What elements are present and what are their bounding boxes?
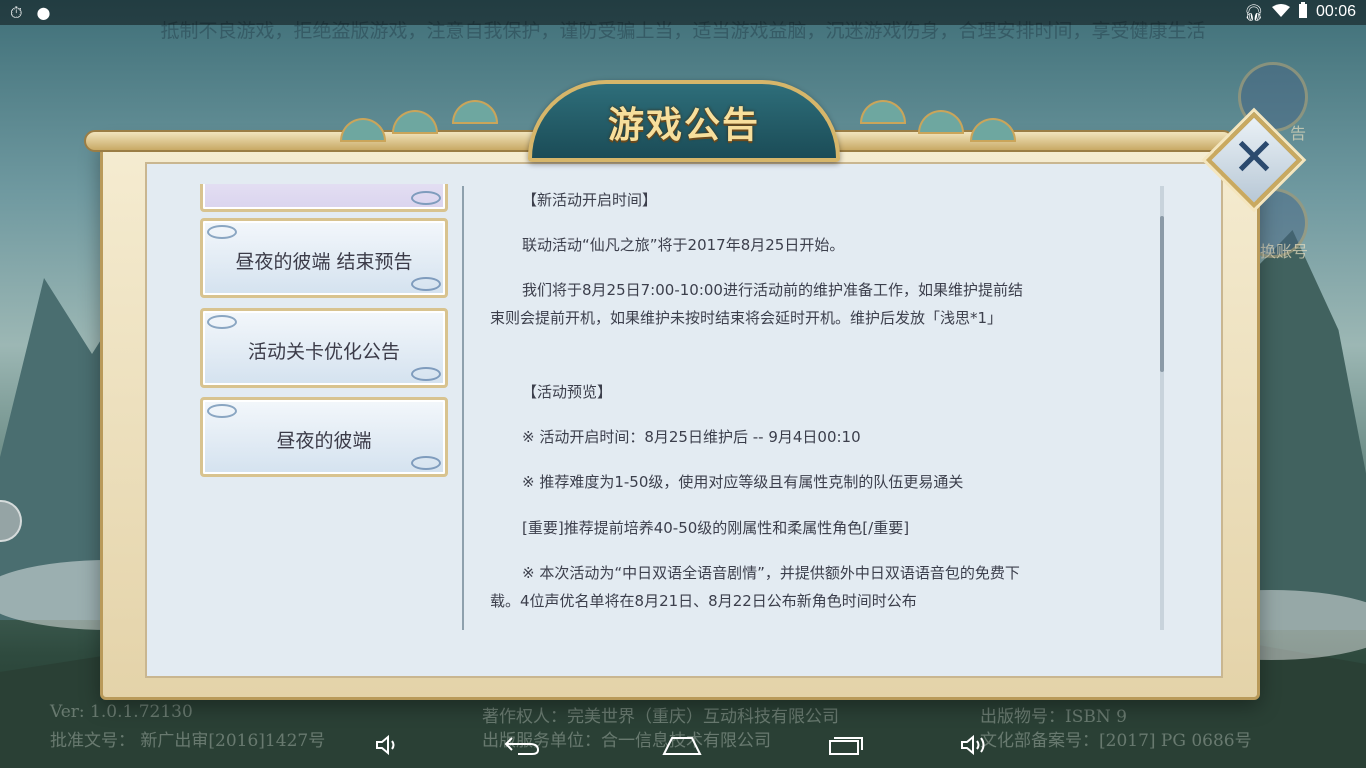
content-heading: 【新活动开启时间】: [522, 191, 658, 209]
chat-icon: ●: [36, 3, 51, 22]
cloud-swirl-icon: [207, 404, 237, 418]
content-paragraph: ※ 活动开启时间：8月25日维护后 -- 9月4日00:10: [522, 428, 861, 446]
content-heading: 【活动预览】: [522, 383, 613, 401]
content-paragraph: [重要]推荐提前培养40-50级的刚属性和柔属性角色[/重要]: [522, 519, 910, 537]
recent-apps-icon[interactable]: [816, 728, 876, 768]
content-paragraph: 我们将于8月25日7:00-10:00进行活动前的维护准备工作，如果维护提前结束…: [490, 281, 1023, 327]
panel-divider: [462, 186, 464, 630]
version-text: Ver: 1.0.1.72130: [50, 702, 193, 722]
announcement-tab-partial[interactable]: [200, 184, 448, 212]
close-button[interactable]: ✕: [1205, 111, 1303, 209]
content-paragraph: 联动活动“仙凡之旅”将于2017年8月25日开始。: [522, 236, 845, 254]
close-icon: ✕: [1232, 128, 1276, 188]
volume-up-icon[interactable]: [944, 728, 1004, 768]
stopwatch-icon: ⏱: [10, 3, 23, 22]
announcement-tab-label: 昼夜的彼端: [276, 430, 372, 452]
announcement-tab-stage-optimization[interactable]: 活动关卡优化公告: [200, 308, 448, 388]
switch-account-label: 换账号: [1259, 242, 1308, 261]
home-icon[interactable]: [652, 728, 712, 768]
back-icon[interactable]: [492, 728, 552, 768]
cloud-swirl-icon: [411, 367, 441, 381]
headphones-icon: 🎧︎: [1243, 2, 1264, 22]
status-bar: ⏱ ● 🎧︎ 00:06: [0, 0, 1366, 25]
cloud-swirl-icon: [411, 456, 441, 470]
cloud-swirl-icon: [207, 315, 237, 329]
wifi-icon: [1271, 3, 1290, 22]
dialog-title: 游戏公告: [607, 104, 760, 146]
clock: 00:06: [1315, 3, 1356, 20]
announcement-tab-label: 活动关卡优化公告: [247, 341, 400, 363]
announcement-tab-day-night[interactable]: 昼夜的彼端: [200, 397, 448, 477]
content-paragraph: ※ 本次活动为“中日双语全语音剧情”，并提供额外中日双语语音包的免费下载。4位声…: [490, 564, 1020, 610]
content-paragraph: ※ 推荐难度为1-50级，使用对应等级且有属性克制的队伍更易通关: [522, 473, 964, 491]
announcement-list[interactable]: 昼夜的彼端 结束预告 活动关卡优化公告 昼夜的彼端: [198, 184, 452, 484]
cloud-swirl-icon: [411, 277, 441, 291]
volume-down-icon[interactable]: [358, 728, 418, 768]
cloud-swirl-icon: [207, 225, 237, 239]
announcement-tab-label: 昼夜的彼端 结束预告: [235, 251, 413, 273]
cloud-swirl-icon: [411, 191, 441, 205]
battery-icon: [1298, 2, 1308, 22]
announcement-tab-end-notice[interactable]: 昼夜的彼端 结束预告: [200, 218, 448, 298]
android-nav-bar: [0, 724, 1366, 768]
announcement-content[interactable]: 【新活动开启时间】 联动活动“仙凡之旅”将于2017年8月25日开始。 我们将于…: [490, 186, 1150, 630]
content-scrollbar-thumb[interactable]: [1160, 216, 1164, 372]
